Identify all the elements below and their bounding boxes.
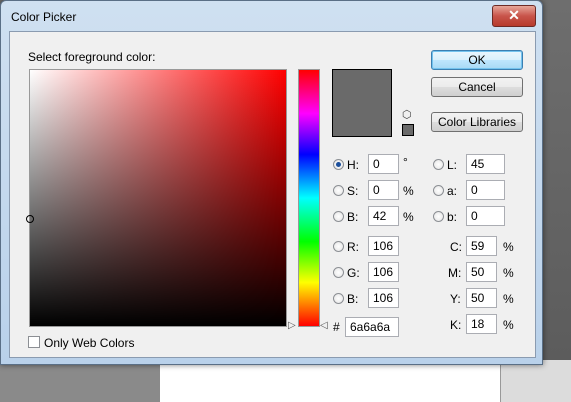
radio-l[interactable]: [433, 159, 444, 170]
hex-input[interactable]: 6a6a6a: [345, 317, 399, 337]
hue-slider-left-arrow[interactable]: ▷: [288, 320, 296, 331]
lab-b-label: b:: [447, 210, 458, 224]
m-unit: %: [503, 266, 514, 280]
dialog-body: Select foreground color: ▷ ◁ ⬡ OK Cancel…: [9, 31, 536, 358]
only-web-colors-checkbox[interactable]: [28, 336, 40, 348]
k-label: K:: [450, 318, 462, 332]
y-unit: %: [503, 292, 514, 306]
color-field[interactable]: [29, 69, 287, 327]
m-input[interactable]: 50: [466, 262, 497, 282]
cancel-button[interactable]: Cancel: [431, 77, 523, 97]
y-input[interactable]: 50: [466, 288, 497, 308]
title-bar[interactable]: Color Picker ✕: [1, 1, 542, 31]
l-input[interactable]: 45: [466, 154, 505, 174]
c-label: C:: [450, 240, 462, 254]
g-input[interactable]: 106: [368, 262, 399, 282]
dialog-title: Color Picker: [11, 10, 77, 24]
blue-label: B:: [347, 292, 359, 306]
c-unit: %: [503, 240, 514, 254]
radio-g[interactable]: [333, 267, 344, 278]
radio-blue[interactable]: [333, 293, 344, 304]
y-label: Y:: [450, 292, 461, 306]
radio-h[interactable]: [333, 159, 344, 170]
lab-b-input[interactable]: 0: [466, 206, 505, 226]
current-color-swatch: [332, 69, 392, 137]
color-field-marker[interactable]: [26, 215, 34, 223]
b-unit: %: [403, 210, 414, 224]
hex-label: #: [333, 320, 340, 334]
gamut-cube-icon[interactable]: ⬡: [402, 108, 412, 121]
r-label: R:: [347, 240, 359, 254]
c-input[interactable]: 59: [466, 236, 497, 256]
h-unit: °: [403, 155, 408, 169]
h-label: H:: [347, 158, 359, 172]
radio-b[interactable]: [333, 211, 344, 222]
radio-s[interactable]: [333, 185, 344, 196]
s-unit: %: [403, 184, 414, 198]
s-input[interactable]: 0: [368, 180, 399, 200]
hue-slider-right-arrow[interactable]: ◁: [320, 320, 328, 331]
web-safe-swatch[interactable]: [402, 124, 414, 136]
prompt-label: Select foreground color:: [28, 50, 156, 64]
radio-a[interactable]: [433, 185, 444, 196]
b-label: B:: [347, 210, 359, 224]
close-button[interactable]: ✕: [492, 5, 536, 27]
a-label: a:: [447, 184, 458, 198]
ok-button[interactable]: OK: [431, 50, 523, 70]
b-input[interactable]: 42: [368, 206, 399, 226]
k-unit: %: [503, 318, 514, 332]
color-picker-dialog: Color Picker ✕ Select foreground color: …: [0, 0, 543, 365]
blue-input[interactable]: 106: [368, 288, 399, 308]
radio-r[interactable]: [333, 241, 344, 252]
a-input[interactable]: 0: [466, 180, 505, 200]
background-side-panel: [500, 360, 571, 402]
l-label: L:: [447, 158, 458, 172]
s-label: S:: [347, 184, 359, 198]
k-input[interactable]: 18: [466, 314, 497, 334]
background-document: [160, 360, 500, 402]
m-label: M:: [448, 266, 462, 280]
color-libraries-button[interactable]: Color Libraries: [431, 112, 523, 132]
g-label: G:: [347, 266, 360, 280]
only-web-colors-label: Only Web Colors: [44, 336, 135, 350]
hue-slider[interactable]: [298, 69, 320, 327]
radio-lab-b[interactable]: [433, 211, 444, 222]
h-input[interactable]: 0: [368, 154, 399, 174]
r-input[interactable]: 106: [368, 236, 399, 256]
